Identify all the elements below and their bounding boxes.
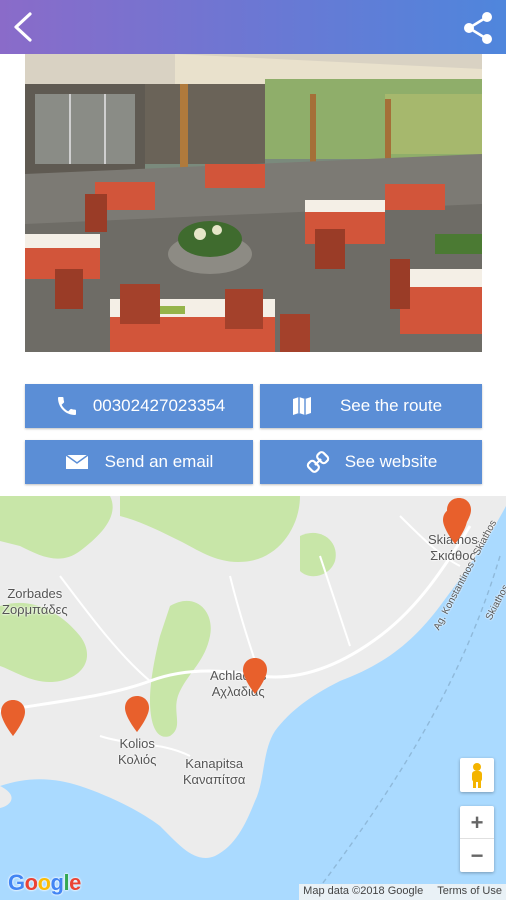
see-website-label: See website xyxy=(344,452,438,471)
pegman-icon xyxy=(472,763,482,788)
place-card: 00302427023354 See the route Send an ema… xyxy=(0,54,506,496)
app-screen: 00302427023354 See the route Send an ema… xyxy=(0,0,506,900)
back-button[interactable] xyxy=(4,6,46,48)
call-button[interactable]: 00302427023354 xyxy=(25,384,253,428)
zoom-out-button[interactable]: − xyxy=(460,839,494,872)
place-label-kanapitsa: Kanapitsa Καναπίτσα xyxy=(183,756,246,787)
send-email-label: Send an email xyxy=(104,452,214,471)
map-pin-kolios[interactable] xyxy=(124,696,150,732)
place-label-kolios: Kolios Κολιός xyxy=(118,736,157,767)
map-data-credit: Map data ©2018 Google xyxy=(303,885,424,897)
zoom-in-button[interactable]: + xyxy=(460,806,494,839)
see-website-button[interactable]: See website xyxy=(260,440,482,484)
place-label-zorbades: Zorbades Ζορμπάδες xyxy=(2,586,68,617)
see-route-button[interactable]: See the route xyxy=(260,384,482,428)
restaurant-photo xyxy=(25,54,482,352)
zoom-controls: + − xyxy=(460,806,494,872)
send-email-button[interactable]: Send an email xyxy=(25,440,253,484)
top-app-bar xyxy=(0,0,506,54)
google-logo: Google xyxy=(8,870,81,895)
location-map[interactable]: Zorbades Ζορμπάδες Skiathos Σκιάθος Achl… xyxy=(0,496,506,900)
map-pin-west[interactable] xyxy=(0,700,26,736)
map-attribution: Map data ©2018 Google Terms of Use xyxy=(299,884,506,900)
map-pin-skiathos-2[interactable] xyxy=(442,508,468,544)
share-button[interactable] xyxy=(458,8,498,48)
share-icon xyxy=(464,12,492,44)
call-button-label: 00302427023354 xyxy=(92,396,226,415)
back-arrow-icon xyxy=(14,12,32,42)
see-route-label: See the route xyxy=(339,396,443,415)
terms-of-use-link[interactable]: Terms of Use xyxy=(437,885,502,899)
map-pin-achladias[interactable] xyxy=(242,658,268,694)
street-view-pegman[interactable] xyxy=(460,758,494,792)
